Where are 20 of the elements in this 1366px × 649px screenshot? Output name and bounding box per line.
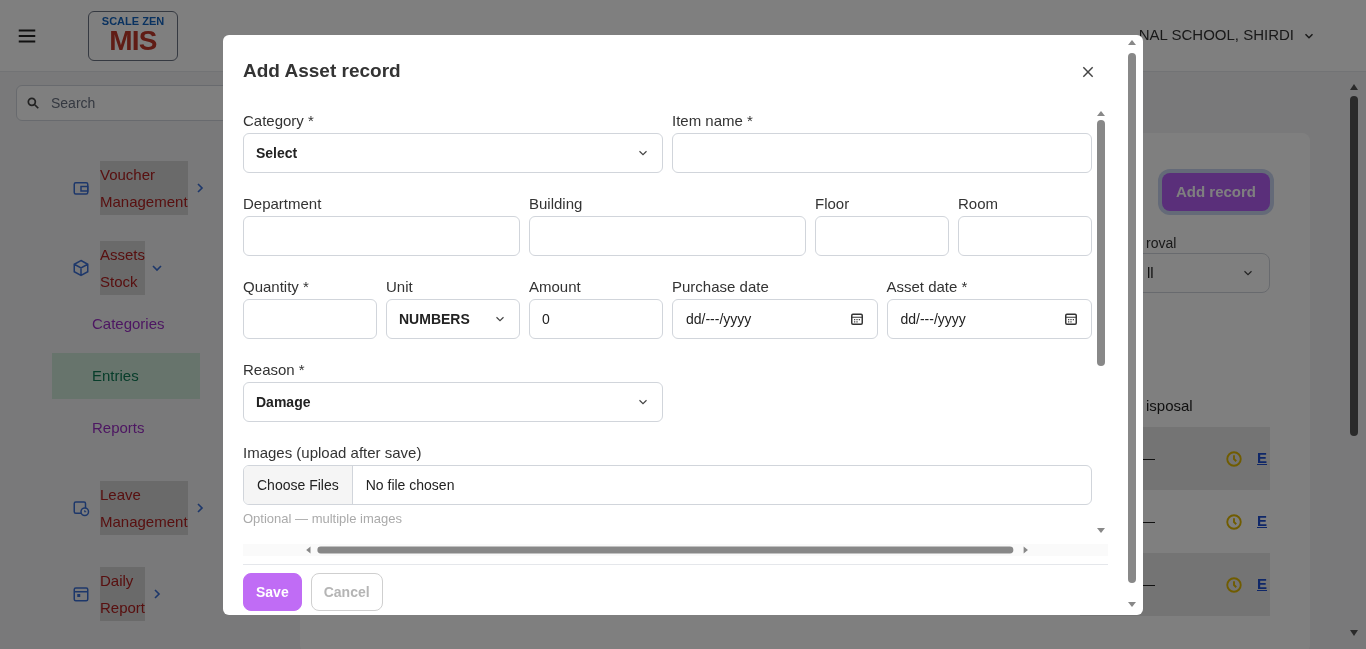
- field-label: Item name *: [672, 111, 754, 131]
- field-label: Building: [529, 194, 584, 214]
- file-status-text: No file chosen: [365, 475, 455, 495]
- field-label: Quantity *: [243, 277, 310, 297]
- field-label: Purchase date: [672, 277, 770, 297]
- field-label: Reason *: [243, 360, 306, 380]
- logo-text: MIS: [109, 27, 157, 55]
- field-label: Department: [243, 194, 323, 214]
- filter-label: roval: [1146, 234, 1177, 253]
- helper-text: Optional — multiple images: [243, 510, 403, 528]
- logo-text: SCALE ZEN: [101, 16, 165, 27]
- field-label: Asset date *: [886, 277, 969, 297]
- field-label: Floor: [815, 194, 851, 214]
- school-name: NAL SCHOOL, SHIRDI: [1138, 25, 1294, 46]
- field-label: Amount: [529, 277, 582, 297]
- column-header: isposal: [1146, 396, 1193, 416]
- field-label: Unit: [386, 277, 414, 297]
- field-label: Room: [958, 194, 999, 214]
- field-label: Images (upload after save): [243, 443, 423, 463]
- dialog-title: Add Asset record: [243, 59, 401, 84]
